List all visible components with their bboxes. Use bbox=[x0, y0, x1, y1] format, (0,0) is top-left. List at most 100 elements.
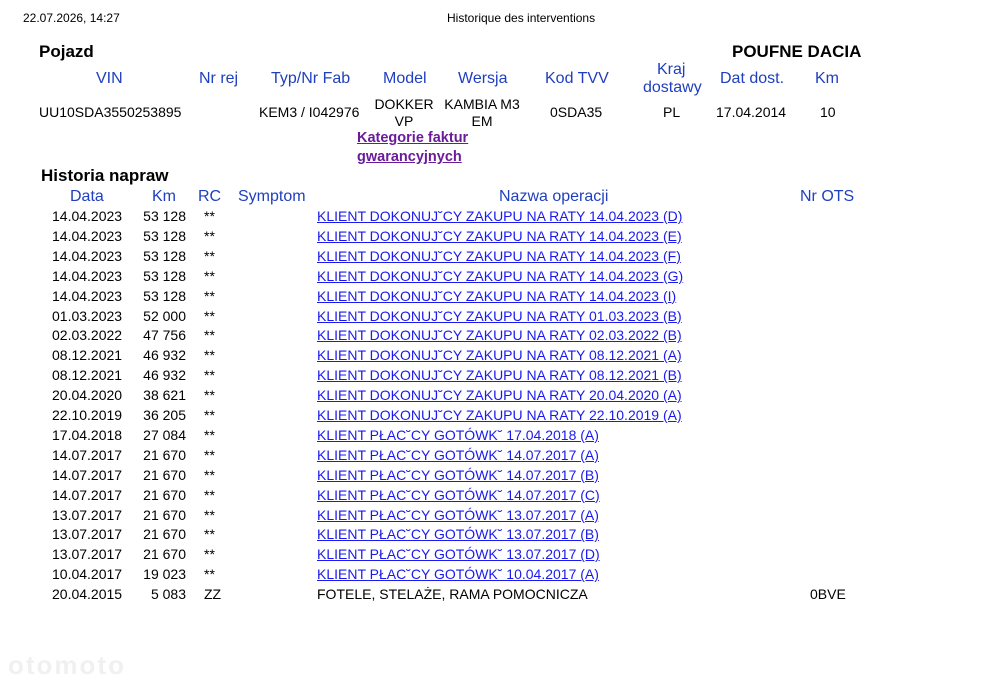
row-operation-link[interactable]: KLIENT DOKONUJ˘CY ZAKUPU NA RATY 22.10.2… bbox=[317, 407, 682, 423]
row-operation-link[interactable]: KLIENT PŁAC˘CY GOTÓWK˘ 13.07.2017 (A) bbox=[317, 507, 599, 523]
row-operation-link[interactable]: KLIENT PŁAC˘CY GOTÓWK˘ 13.07.2017 (B) bbox=[317, 526, 599, 542]
table-row: 22.10.2019 36 205 ** KLIENT DOKONUJ˘CY ZAKU… bbox=[0, 407, 1000, 427]
row-date: 14.07.2017 bbox=[52, 446, 123, 463]
col-vin: VIN bbox=[96, 70, 123, 87]
row-km: 52 000 bbox=[143, 307, 186, 324]
row-km: 21 670 bbox=[143, 526, 186, 543]
row-operation-link[interactable]: KLIENT PŁAC˘CY GOTÓWK˘ 14.07.2017 (C) bbox=[317, 487, 600, 503]
print-timestamp: 22.07.2026, 14:27 bbox=[23, 11, 120, 25]
row-date: 14.07.2017 bbox=[52, 466, 123, 483]
row-rc: ** bbox=[204, 486, 215, 503]
row-rc: ZZ bbox=[204, 586, 222, 603]
row-date: 13.07.2017 bbox=[52, 506, 123, 523]
row-rc: ** bbox=[204, 546, 215, 563]
row-operation-link[interactable]: KLIENT DOKONUJ˘CY ZAKUPU NA RATY 20.04.2… bbox=[317, 387, 682, 403]
row-operation-link[interactable]: KLIENT DOKONUJ˘CY ZAKUPU NA RATY 08.12.2… bbox=[317, 347, 682, 363]
warranty-categories-link-line2[interactable]: gwarancyjnych bbox=[357, 148, 468, 167]
row-km: 21 670 bbox=[143, 506, 186, 523]
row-date: 22.10.2019 bbox=[52, 407, 123, 423]
table-row: 14.04.2023 53 128 ** KLIENT DOKONUJ˘CY ZAKU… bbox=[0, 208, 1000, 228]
row-km: 27 084 bbox=[143, 426, 186, 443]
row-operation-link[interactable]: KLIENT DOKONUJ˘CY ZAKUPU NA RATY 08.12.2… bbox=[317, 367, 682, 383]
table-row: 08.12.2021 46 932 ** KLIENT DOKONUJ˘CY ZAKU… bbox=[0, 347, 1000, 367]
row-date: 10.04.2017 bbox=[52, 566, 123, 583]
row-km: 21 670 bbox=[143, 466, 186, 483]
row-operation-link[interactable]: KLIENT PŁAC˘CY GOTÓWK˘ 13.07.2017 (D) bbox=[317, 546, 600, 562]
row-rc: ** bbox=[204, 566, 215, 583]
row-date: 14.07.2017 bbox=[52, 486, 123, 503]
vehicle-section-title: Pojazd bbox=[39, 42, 94, 61]
row-km: 46 932 bbox=[143, 347, 186, 364]
row-operation-link[interactable]: KLIENT DOKONUJ˘CY ZAKUPU NA RATY 02.03.2… bbox=[317, 327, 682, 343]
col-kraj-line2: dostawy bbox=[643, 79, 702, 96]
col-kod-tvv: Kod TVV bbox=[545, 70, 609, 87]
row-operation-link[interactable]: KLIENT PŁAC˘CY GOTÓWK˘ 17.04.2018 (A) bbox=[317, 427, 599, 443]
col-model: Model bbox=[383, 70, 427, 87]
row-operation-link[interactable]: KLIENT PŁAC˘CY GOTÓWK˘ 14.07.2017 (B) bbox=[317, 467, 599, 483]
row-date: 08.12.2021 bbox=[52, 367, 123, 384]
wersja-line1: KAMBIA M3 bbox=[444, 96, 520, 112]
table-row: 14.07.2017 21 670 ** KLIENT PŁAC˘CY GOTÓWK˘… bbox=[0, 487, 1000, 507]
table-row: 14.04.2023 53 128 ** KLIENT DOKONUJ˘CY ZAKU… bbox=[0, 288, 1000, 308]
dat-dost-value: 17.04.2014 bbox=[716, 104, 787, 120]
row-km: 53 128 bbox=[143, 208, 186, 224]
row-km: 36 205 bbox=[143, 407, 186, 423]
row-operation-link[interactable]: KLIENT PŁAC˘CY GOTÓWK˘ 14.07.2017 (A) bbox=[317, 447, 599, 463]
warranty-categories-link[interactable]: Kategorie faktur gwarancyjnych bbox=[357, 129, 468, 167]
row-date: 13.07.2017 bbox=[52, 546, 123, 563]
table-row: 20.04.2020 38 621 ** KLIENT DOKONUJ˘CY ZAKU… bbox=[0, 387, 1000, 407]
table-row: 14.07.2017 21 670 ** KLIENT PŁAC˘CY GOTÓWK˘… bbox=[0, 467, 1000, 487]
warranty-categories-link-line1[interactable]: Kategorie faktur bbox=[357, 129, 468, 148]
confidential-label: POUFNE DACIA bbox=[732, 42, 862, 61]
row-rc: ** bbox=[204, 387, 215, 404]
row-operation-link[interactable]: KLIENT DOKONUJ˘CY ZAKUPU NA RATY 14.04.2… bbox=[317, 268, 683, 284]
table-row: 02.03.2022 47 756 ** KLIENT DOKONUJ˘CY ZAKU… bbox=[0, 327, 1000, 347]
row-operation: FOTELE, STELAŻE, RAMA POMOCNICZA bbox=[317, 586, 588, 603]
row-date: 14.04.2023 bbox=[52, 267, 123, 284]
row-date: 02.03.2022 bbox=[52, 327, 123, 344]
col-nr-rej: Nr rej bbox=[199, 70, 239, 87]
col-data: Data bbox=[70, 188, 104, 205]
col-dat-dost: Dat dost. bbox=[720, 70, 785, 87]
row-km: 38 621 bbox=[143, 387, 186, 404]
row-rc: ** bbox=[204, 247, 215, 264]
row-date: 01.03.2023 bbox=[52, 307, 123, 324]
row-km: 5 083 bbox=[150, 586, 186, 603]
table-row: 13.07.2017 21 670 ** KLIENT PŁAC˘CY GOTÓWK˘… bbox=[0, 507, 1000, 527]
row-km: 19 023 bbox=[143, 566, 186, 583]
row-ots: 0BVE bbox=[810, 586, 846, 603]
row-operation-link[interactable]: KLIENT PŁAC˘CY GOTÓWK˘ 10.04.2017 (A) bbox=[317, 566, 599, 582]
row-rc: ** bbox=[204, 407, 215, 423]
row-date: 08.12.2021 bbox=[52, 347, 123, 364]
watermark-logo: otomoto bbox=[8, 650, 126, 680]
table-row: 14.04.2023 53 128 ** KLIENT DOKONUJ˘CY ZAKU… bbox=[0, 228, 1000, 248]
row-operation-link[interactable]: KLIENT DOKONUJ˘CY ZAKUPU NA RATY 14.04.2… bbox=[317, 208, 682, 224]
km-value: 10 bbox=[820, 104, 836, 120]
row-date: 14.04.2023 bbox=[52, 247, 123, 264]
row-date: 20.04.2020 bbox=[52, 387, 123, 404]
col-rc: RC bbox=[198, 188, 222, 205]
col-typ: Typ/Nr Fab bbox=[271, 70, 351, 87]
typ-value: KEM3 / I042976 bbox=[259, 104, 360, 120]
row-date: 14.04.2023 bbox=[52, 208, 123, 224]
wersja-value: KAMBIA M3 EM bbox=[441, 96, 523, 130]
row-rc: ** bbox=[204, 526, 215, 543]
vin-value: UU10SDA3550253895 bbox=[39, 104, 182, 120]
row-rc: ** bbox=[204, 506, 215, 523]
table-row: 17.04.2018 27 084 ** KLIENT PŁAC˘CY GOTÓWK˘… bbox=[0, 427, 1000, 447]
row-operation-link[interactable]: KLIENT DOKONUJ˘CY ZAKUPU NA RATY 14.04.2… bbox=[317, 228, 682, 244]
row-rc: ** bbox=[204, 466, 215, 483]
col-symptom: Symptom bbox=[238, 188, 306, 205]
table-row: 20.04.2015 5 083 ZZ FOTELE, STELAŻE, RAMA P… bbox=[0, 586, 1000, 606]
kod-tvv-value: 0SDA35 bbox=[550, 104, 603, 120]
table-row: 13.07.2017 21 670 ** KLIENT PŁAC˘CY GOTÓWK˘… bbox=[0, 526, 1000, 546]
row-operation-link[interactable]: KLIENT DOKONUJ˘CY ZAKUPU NA RATY 14.04.2… bbox=[317, 248, 681, 264]
col-wersja: Wersja bbox=[458, 70, 508, 87]
row-operation-link[interactable]: KLIENT DOKONUJ˘CY ZAKUPU NA RATY 01.03.2… bbox=[317, 308, 682, 324]
col-operation: Nazwa operacji bbox=[499, 188, 609, 205]
row-km: 46 932 bbox=[143, 367, 186, 384]
row-km: 53 128 bbox=[143, 227, 186, 244]
row-operation-link[interactable]: KLIENT DOKONUJ˘CY ZAKUPU NA RATY 14.04.2… bbox=[317, 288, 676, 304]
row-rc: ** bbox=[204, 426, 215, 443]
row-km: 21 670 bbox=[143, 446, 186, 463]
